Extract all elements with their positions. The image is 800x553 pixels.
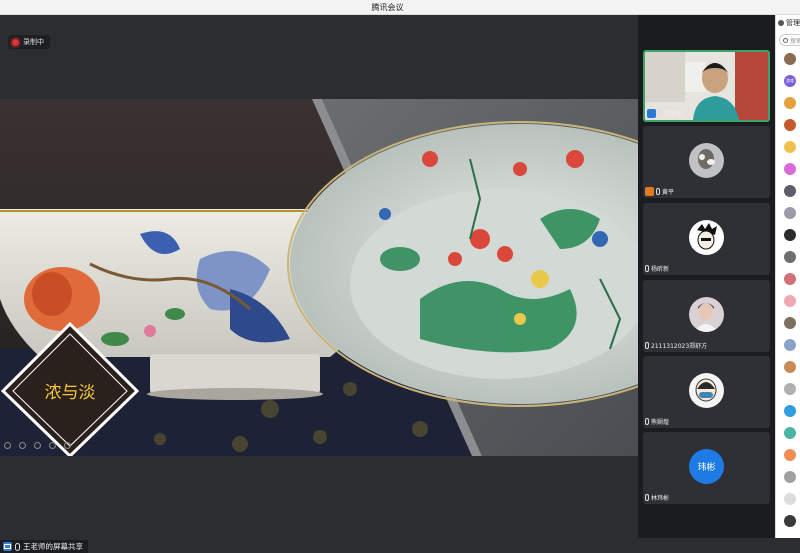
microphone-icon xyxy=(658,109,662,117)
screen-share-label: 王老师的屏幕共享 xyxy=(0,540,88,553)
share-label-text: 王老师的屏幕共享 xyxy=(23,542,83,551)
avatar xyxy=(689,220,724,255)
member-avatar-text: 游戏 xyxy=(786,78,794,83)
recording-label: 录制中 xyxy=(23,38,44,46)
microphone-icon xyxy=(645,341,649,349)
participant-label: 王老师 xyxy=(647,108,682,118)
participant-label: 熊娴煌 xyxy=(645,416,669,426)
participant-tile[interactable]: 杨昕新 xyxy=(643,203,770,275)
avatar xyxy=(689,373,724,408)
participant-tile[interactable]: 黄平 xyxy=(643,126,770,198)
member-search-input[interactable]: 搜索 xyxy=(779,34,800,46)
microphone-icon xyxy=(645,264,649,272)
slide-next-icon[interactable] xyxy=(19,442,26,449)
member-avatar[interactable] xyxy=(784,251,796,263)
microphone-icon xyxy=(656,187,660,195)
member-avatar[interactable] xyxy=(784,515,796,527)
member-avatar[interactable] xyxy=(784,449,796,461)
record-icon xyxy=(12,38,19,46)
member-avatar[interactable] xyxy=(784,383,796,395)
member-avatar[interactable]: 游戏 xyxy=(784,75,796,87)
slide-prev-icon[interactable] xyxy=(4,442,11,449)
member-avatar[interactable] xyxy=(784,141,796,153)
member-avatar[interactable] xyxy=(784,163,796,175)
participant-name: 2111312023郑舒方 xyxy=(651,342,708,350)
participant-tile[interactable]: 熊娴煌 xyxy=(643,356,770,428)
member-avatar[interactable] xyxy=(784,273,796,285)
person-icon xyxy=(778,20,784,26)
slide-toolbar xyxy=(4,442,71,449)
member-avatar[interactable] xyxy=(784,53,796,65)
member-avatar[interactable] xyxy=(784,317,796,329)
avatar-initials: 玮彬 xyxy=(689,449,724,484)
participant-name: 林玮彬 xyxy=(651,494,670,502)
member-list: 游戏 xyxy=(784,53,796,537)
participant-label: 黄平 xyxy=(645,186,674,196)
porcelain-slide-image: 浓与淡 xyxy=(0,99,638,456)
microphone-icon xyxy=(645,493,649,501)
member-avatar[interactable] xyxy=(784,229,796,241)
member-avatar[interactable] xyxy=(784,119,796,131)
user-icon xyxy=(647,108,656,118)
avatar xyxy=(689,143,724,178)
search-icon xyxy=(783,37,788,43)
participant-label: 杨昕新 xyxy=(645,263,669,273)
participant-name: 熊娴煌 xyxy=(651,418,670,426)
participant-name: 黄平 xyxy=(662,188,675,196)
member-avatar[interactable] xyxy=(784,339,796,351)
host-icon xyxy=(645,186,654,196)
members-sidebar: 管理成员 搜索 游戏 xyxy=(775,15,800,538)
members-title: 管理成员 xyxy=(786,19,800,27)
shared-slide: 浓与淡 xyxy=(0,99,638,456)
recording-indicator[interactable]: 录制中 xyxy=(8,35,50,49)
members-header: 管理成员 xyxy=(778,18,800,28)
participant-tile[interactable]: 2111312023郑舒方 xyxy=(643,280,770,352)
slide-menu-icon[interactable] xyxy=(49,442,56,449)
screen-share-icon xyxy=(3,542,12,551)
participant-name: 王老师 xyxy=(664,110,683,118)
member-avatar[interactable] xyxy=(784,493,796,505)
avatar-initials-text: 玮彬 xyxy=(697,463,716,473)
microphone-icon xyxy=(645,417,649,425)
microphone-icon xyxy=(15,542,20,551)
shared-screen-area: 录制中 浓与淡 王老师的屏幕共享 xyxy=(0,15,638,553)
member-avatar[interactable] xyxy=(784,97,796,109)
participant-label: 2111312023郑舒方 xyxy=(645,340,707,350)
member-avatar[interactable] xyxy=(784,207,796,219)
slide-pen-icon[interactable] xyxy=(34,442,41,449)
participant-name: 杨昕新 xyxy=(651,265,670,273)
member-avatar[interactable] xyxy=(784,427,796,439)
title-bar: 腾讯会议 xyxy=(0,0,800,15)
member-avatar[interactable] xyxy=(784,361,796,373)
member-avatar[interactable] xyxy=(784,185,796,197)
member-avatar[interactable] xyxy=(784,295,796,307)
member-avatar[interactable] xyxy=(784,471,796,483)
slide-zoom-icon[interactable] xyxy=(64,442,71,449)
avatar xyxy=(689,297,724,332)
slide-badge-text: 浓与淡 xyxy=(45,383,96,403)
participant-tile[interactable]: 王老师 xyxy=(643,50,770,122)
window-title: 腾讯会议 xyxy=(371,3,404,12)
participant-label: 林玮彬 xyxy=(645,492,669,502)
participant-tile[interactable]: 玮彬 林玮彬 xyxy=(643,432,770,504)
search-placeholder: 搜索 xyxy=(790,37,800,45)
member-avatar[interactable] xyxy=(784,405,796,417)
